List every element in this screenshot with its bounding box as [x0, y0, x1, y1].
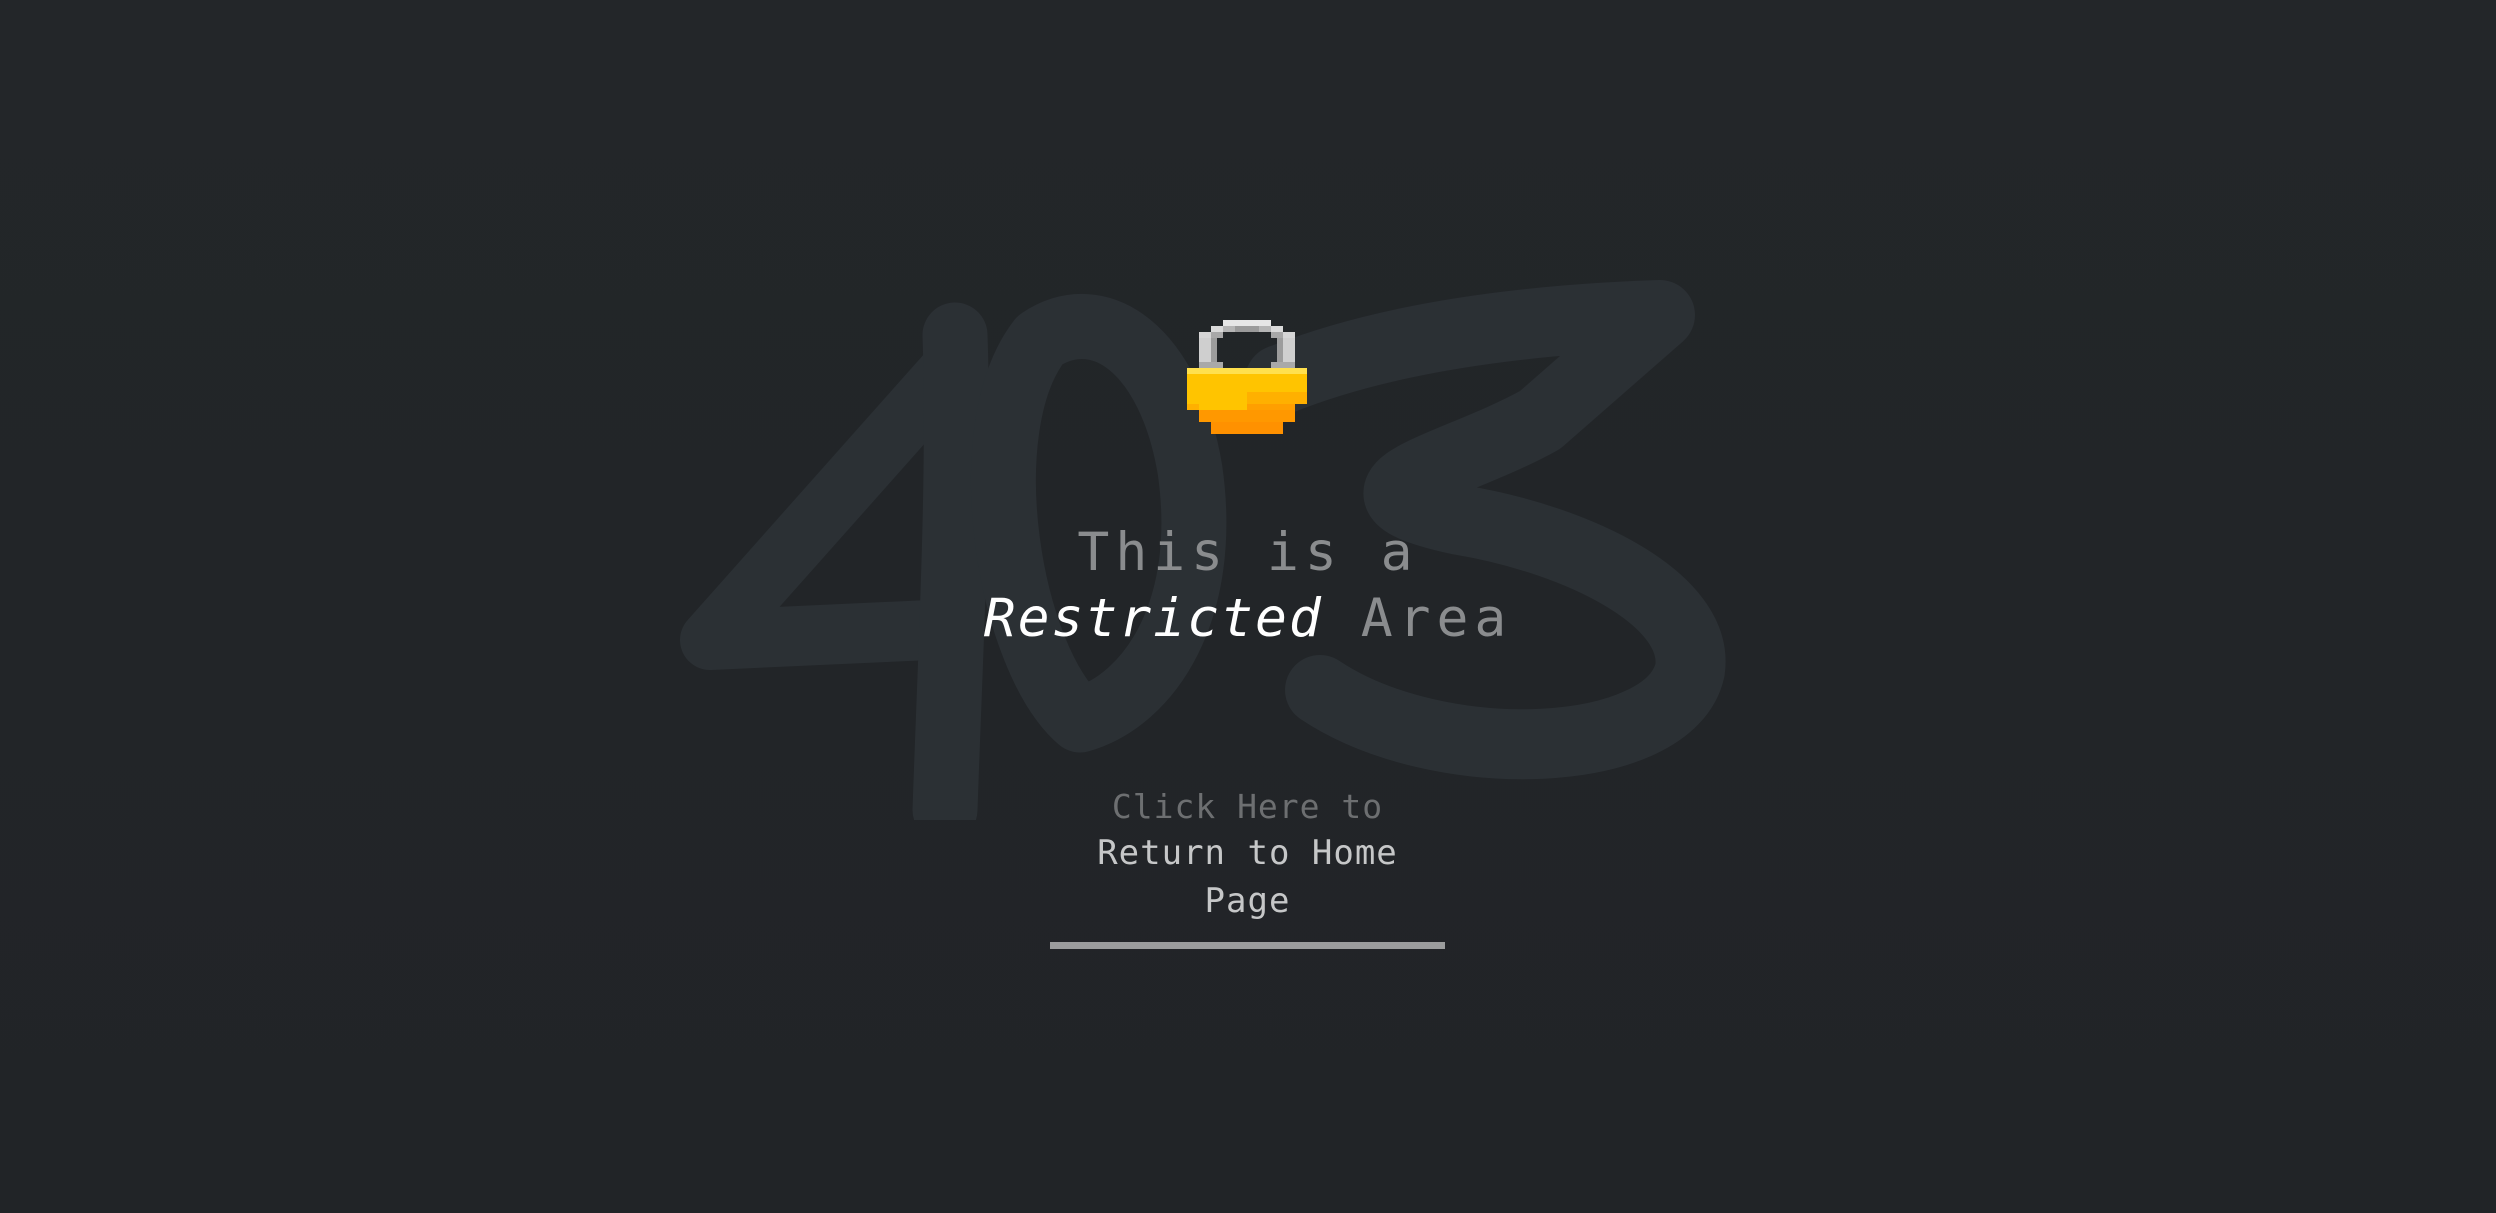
return-home-link[interactable]: Click Here to Return to Home Page [1050, 785, 1445, 949]
headline-line-2: Restricted Area [0, 586, 2496, 652]
cta-label: Return to Home Page [1097, 833, 1398, 921]
padlock-icon [1187, 320, 1307, 434]
headline-rest: Area [1360, 588, 1513, 649]
page-title: This is a Restricted Area [0, 520, 2496, 652]
headline-line-1: This is a [1077, 522, 1419, 583]
cta-prefix: Click Here to [1111, 787, 1384, 826]
headline-emphasis: Restricted [983, 588, 1323, 649]
cta-underline [1050, 942, 1445, 949]
